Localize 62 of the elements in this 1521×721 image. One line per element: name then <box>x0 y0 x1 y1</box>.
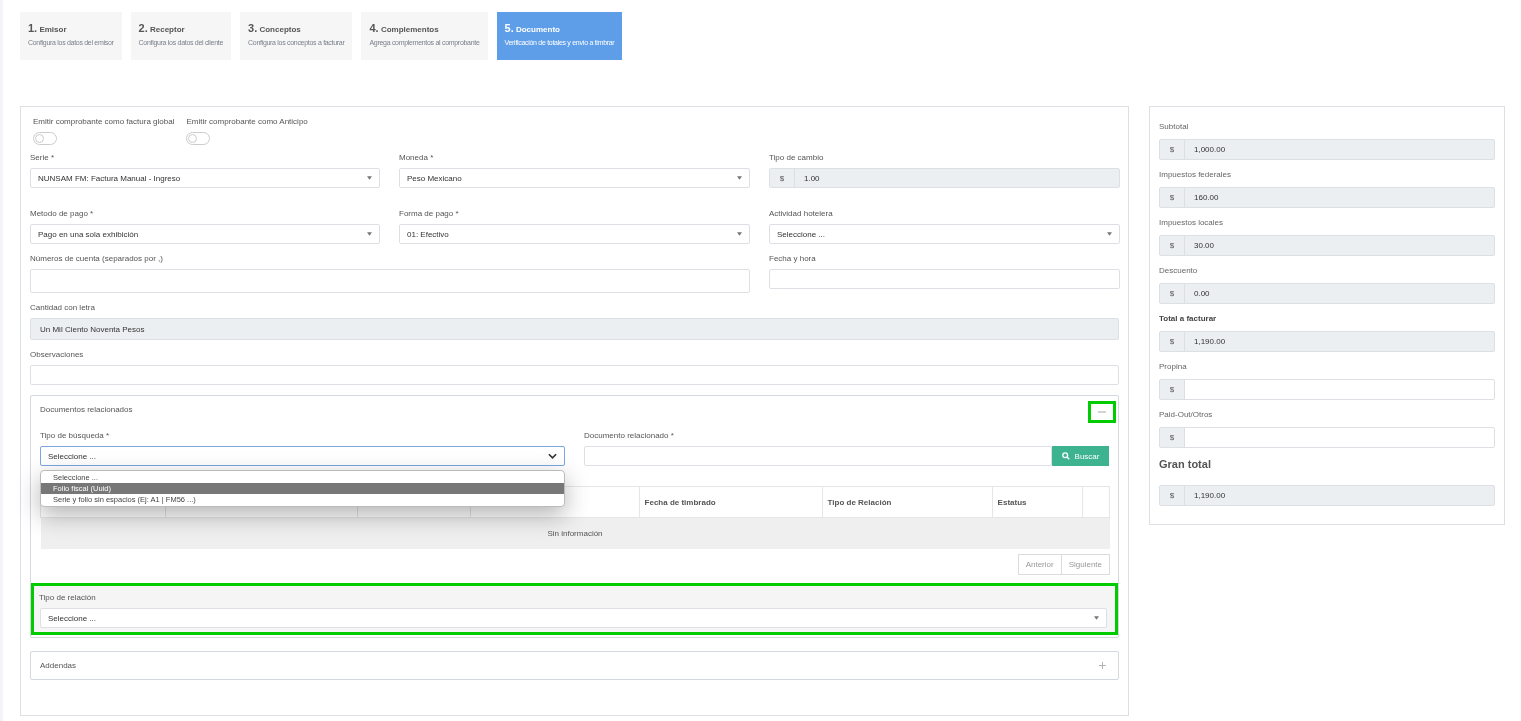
currency-field[interactable]: $ 0.00 <box>1159 283 1495 304</box>
currency-field[interactable]: $ 1,190.00 <box>1159 331 1495 352</box>
field-label: Documento relacionado * <box>584 431 675 440</box>
caret-icon <box>367 232 372 236</box>
currency-field[interactable]: $ 1.00 <box>769 168 1120 188</box>
input-field[interactable]: Un Mil Ciento Noventa Pesos <box>30 318 1119 340</box>
field-label: Descuento <box>1159 266 1199 275</box>
field-label: Tipo de cambio <box>769 153 825 162</box>
select-field[interactable]: 01: Efectivo <box>399 224 750 244</box>
panel-title: Documentos relacionados <box>40 405 133 414</box>
column-header: Fecha de timbrado <box>639 486 823 518</box>
currency-field[interactable]: $ <box>1159 427 1495 448</box>
field-label: Cantidad con letra <box>30 303 96 312</box>
field-label: Serie * <box>30 153 55 162</box>
field-label: Observaciones <box>30 350 85 359</box>
input-field[interactable] <box>769 269 1120 289</box>
field-label: Propina <box>1159 362 1188 371</box>
caret-icon <box>737 176 742 180</box>
input-field[interactable] <box>30 365 1119 385</box>
currency-field[interactable]: $ 30.00 <box>1159 235 1495 256</box>
toggle-switch[interactable] <box>186 132 211 145</box>
currency-field[interactable]: $ 160.00 <box>1159 187 1495 208</box>
select-field[interactable]: Pago en una sola exhibición <box>30 224 380 244</box>
field-label: Total a facturar <box>1159 314 1218 323</box>
field-label: Impuestos locales <box>1159 218 1225 227</box>
select-field[interactable]: Seleccione ... <box>769 224 1120 244</box>
caret-icon <box>1094 616 1099 620</box>
toggle-label: Emitir comprobante como factura global <box>33 117 175 126</box>
column-header: Estatus <box>992 486 1083 518</box>
field-label: Tipo de relación <box>39 593 97 602</box>
chevron-down-icon <box>548 453 557 459</box>
input-field[interactable] <box>30 269 750 293</box>
field-label: Gran total <box>1159 458 1212 470</box>
select-field[interactable]: Seleccione ... <box>40 608 1107 628</box>
field-label: Actividad hotelera <box>769 209 834 218</box>
field-label: Subtotal <box>1159 122 1190 131</box>
toggle-label: Emitir comprobante como Anticipo <box>186 117 308 126</box>
field-label: Impuestos federales <box>1159 170 1233 179</box>
toggle-switch[interactable] <box>33 132 57 145</box>
caret-icon <box>367 176 372 180</box>
select-field[interactable]: Peso Mexicano <box>399 168 750 188</box>
field-label: Paid-Out/Otros <box>1159 410 1214 419</box>
panel-title: Addendas <box>40 661 77 670</box>
field-label: Números de cuenta (separados por ,) <box>30 254 164 263</box>
field-label: Metodo de pago * <box>30 209 95 218</box>
plus-icon <box>1098 662 1106 669</box>
search-icon <box>1061 452 1070 460</box>
input-field[interactable] <box>584 446 1052 466</box>
currency-field[interactable]: $ <box>1159 379 1495 400</box>
collapse-button[interactable] <box>1088 400 1116 423</box>
caret-icon <box>737 232 742 236</box>
field-label: Forma de pago * <box>399 209 460 218</box>
currency-field[interactable]: $ 1,000.00 <box>1159 139 1495 160</box>
caret-icon <box>1107 232 1112 236</box>
field-label: Fecha y hora <box>769 254 817 263</box>
field-label: Tipo de búsqueda * <box>40 431 111 440</box>
column-header: Tipo de Relación <box>822 486 993 518</box>
field-label: Moneda * <box>399 153 435 162</box>
select-field[interactable]: Seleccione ... <box>40 446 565 466</box>
select-field[interactable]: NUNSAM FM: Factura Manual - Ingreso <box>30 168 380 188</box>
empty-table-message: Sin información <box>40 517 1110 549</box>
currency-field[interactable]: $ 1,190.00 <box>1159 485 1495 506</box>
